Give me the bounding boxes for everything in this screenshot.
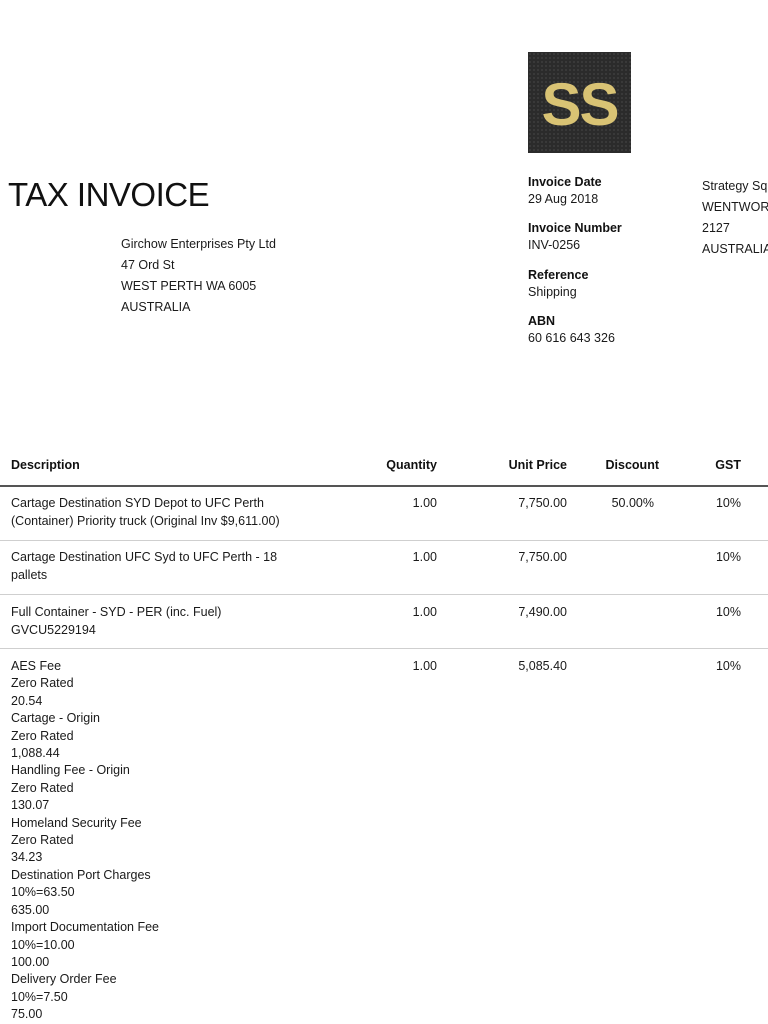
row-divider [0, 648, 768, 649]
reference-block: Reference Shipping [528, 267, 588, 301]
supplier-line: AUSTRALIA [702, 242, 768, 256]
row-quantity: 1.00 [412, 496, 437, 510]
description-line: 10%=63.50 [11, 885, 75, 900]
col-header-unit-price: Unit Price [508, 458, 567, 472]
row-unit-price: 5,085.40 [518, 659, 567, 673]
customer-name: Girchow Enterprises Pty Ltd [121, 237, 276, 251]
row-discount: 50.00% [611, 496, 654, 510]
customer-city: WEST PERTH WA 6005 [121, 279, 257, 293]
description-line: Cartage Destination UFC Syd to UFC Perth… [11, 550, 278, 564]
description-line: Zero Rated [11, 780, 74, 795]
company-logo: SS [528, 52, 631, 153]
col-header-quantity: Quantity [386, 458, 437, 472]
customer-street: 47 Ord St [121, 258, 175, 272]
description-line: 100.00 [11, 954, 50, 969]
row-gst: 10% [715, 659, 741, 673]
row-quantity: 1.00 [412, 659, 437, 673]
invoice-date-label: Invoice Date [528, 175, 602, 189]
description-line: 10%=10.00 [11, 937, 75, 952]
abn-value: 60 616 643 326 [528, 331, 615, 345]
description-line: 130.07 [11, 798, 50, 813]
description-line: 635.00 [11, 902, 50, 917]
reference-value: Shipping [528, 285, 577, 299]
table-row-description: Full Container - SYD - PER (inc. Fuel) G… [11, 604, 221, 639]
invoice-number-value: INV-0256 [528, 238, 581, 252]
supplier-address: Strategy Sq WENTWOR 2127 AUSTRALIA [702, 176, 768, 260]
invoice-date-block: Invoice Date 29 Aug 2018 [528, 174, 602, 208]
row-unit-price: 7,750.00 [518, 496, 567, 510]
row-divider [0, 540, 768, 541]
customer-address: Girchow Enterprises Pty Ltd 47 Ord St WE… [121, 234, 276, 318]
description-line: Destination Port Charges [11, 867, 151, 882]
description-line: Homeland Security Fee [11, 815, 142, 830]
row-unit-price: 7,490.00 [518, 605, 567, 619]
abn-block: ABN 60 616 643 326 [528, 313, 615, 347]
description-line: Cartage Destination SYD Depot to UFC Per… [11, 496, 264, 510]
description-line: pallets [11, 567, 48, 582]
description-line: Delivery Order Fee [11, 972, 117, 987]
description-line: GVCU5229194 [11, 622, 96, 637]
table-row-description: Cartage Destination UFC Syd to UFC Perth… [11, 549, 277, 584]
description-line: Cartage - Origin [11, 711, 100, 726]
col-header-discount: Discount [605, 458, 659, 472]
reference-label: Reference [528, 268, 589, 282]
description-line: Zero Rated [11, 833, 74, 848]
description-line: 1,088.44 [11, 746, 60, 761]
row-gst: 10% [715, 550, 741, 564]
description-line: 20.54 [11, 693, 43, 708]
description-line: AES Fee [11, 659, 62, 673]
supplier-line: WENTWOR [702, 200, 768, 214]
table-row-description: AES Fee Zero Rated 20.54 Cartage - Origi… [11, 658, 159, 1024]
col-header-gst: GST [715, 458, 741, 472]
logo-lettering: SS [541, 71, 617, 138]
row-divider [0, 594, 768, 595]
logo-mark: SS [541, 71, 619, 138]
header-rule [0, 485, 768, 487]
description-line: Import Documentation Fee [11, 920, 159, 935]
invoice-number-label: Invoice Number [528, 221, 622, 235]
row-gst: 10% [715, 496, 741, 510]
row-quantity: 1.00 [412, 605, 437, 619]
description-line: Handling Fee - Origin [11, 763, 130, 778]
description-line: (Container) Priority truck (Original Inv… [11, 513, 280, 528]
row-unit-price: 7,750.00 [518, 550, 567, 564]
description-line: 34.23 [11, 850, 43, 865]
customer-country: AUSTRALIA [121, 300, 191, 314]
supplier-line: Strategy Sq [702, 179, 768, 193]
description-line: Zero Rated [11, 676, 74, 691]
supplier-line: 2127 [702, 221, 730, 235]
abn-label: ABN [528, 314, 556, 328]
row-quantity: 1.00 [412, 550, 437, 564]
invoice-date-value: 29 Aug 2018 [528, 192, 599, 206]
row-gst: 10% [715, 605, 741, 619]
col-header-description: Description [11, 458, 80, 472]
table-row-description: Cartage Destination SYD Depot to UFC Per… [11, 495, 280, 530]
invoice-title: TAX INVOICE [8, 176, 210, 213]
description-line: Full Container - SYD - PER (inc. Fuel) [11, 605, 222, 619]
description-line: 10%=7.50 [11, 989, 68, 1004]
description-line: Zero Rated [11, 728, 74, 743]
invoice-number-block: Invoice Number INV-0256 [528, 220, 622, 254]
description-line: 75.00 [11, 1007, 43, 1022]
